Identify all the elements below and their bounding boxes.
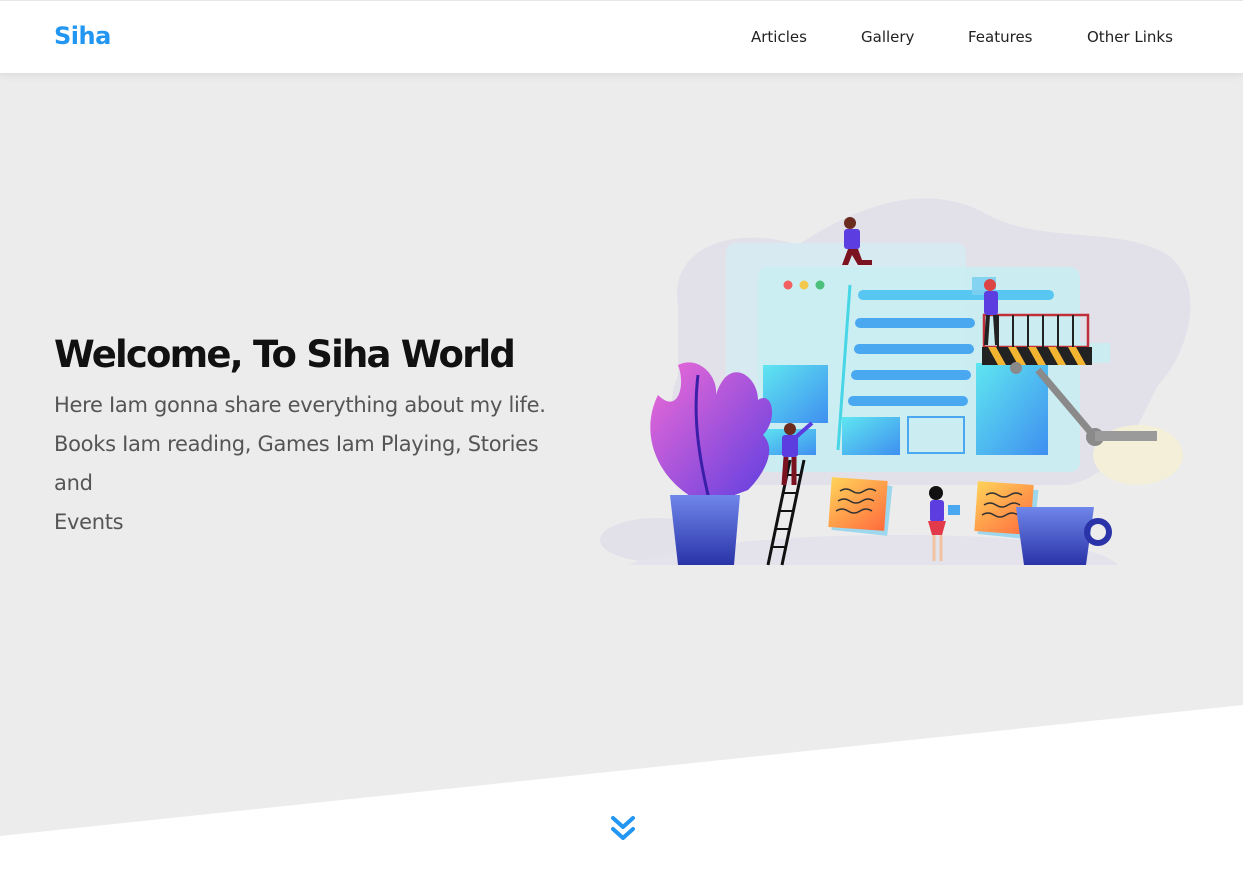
nav-menu: Articles Gallery Features Other Links [0, 28, 1243, 52]
nav-item-features[interactable]: Features [968, 28, 1033, 46]
double-chevron-down-icon [611, 816, 635, 840]
scroll-down-button[interactable] [610, 814, 636, 844]
hero-line-1: Here Iam gonna share everything about my… [54, 393, 546, 417]
hero-title: Welcome, To Siha World [54, 333, 516, 376]
nav-item-articles[interactable]: Articles [751, 28, 807, 46]
navbar: Siha Articles Gallery Features Other Lin… [0, 0, 1243, 73]
nav-item-gallery[interactable]: Gallery [861, 28, 914, 46]
hero-illustration [600, 198, 1191, 566]
hero-description: Here Iam gonna share everything about my… [54, 386, 574, 542]
hero-line-2: Books Iam reading, Games Iam Playing, St… [54, 432, 539, 495]
hero-line-3: Events [54, 510, 124, 534]
nav-item-other-links[interactable]: Other Links [1087, 28, 1173, 46]
